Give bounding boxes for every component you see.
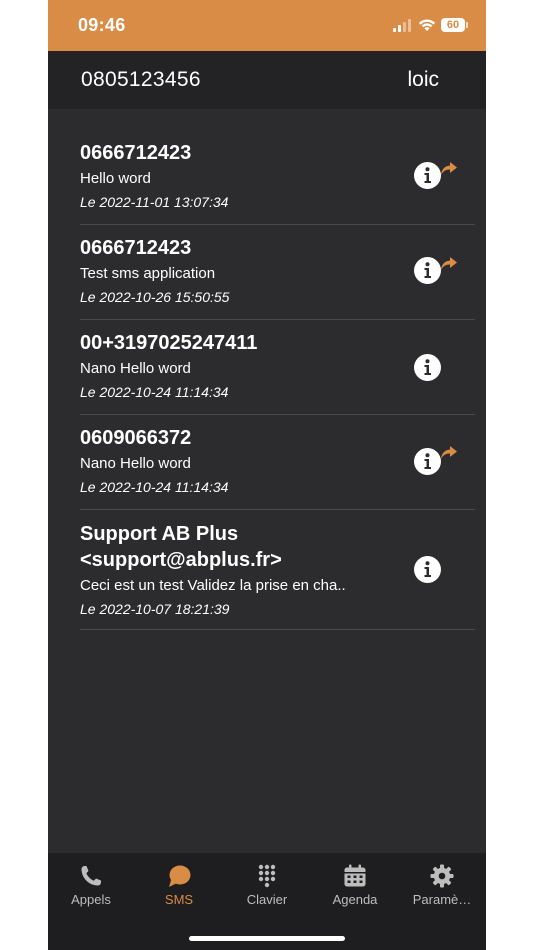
calendar-icon	[344, 864, 366, 887]
chat-bubble-icon	[169, 865, 191, 887]
tab-appels[interactable]: Appels	[51, 863, 131, 907]
tab-label: Paramè…	[412, 892, 472, 907]
tab-clavier[interactable]: Clavier	[227, 863, 307, 907]
tab-label: Appels	[71, 892, 111, 907]
tab-sms[interactable]: SMS	[139, 863, 219, 907]
info-icon[interactable]	[414, 257, 441, 284]
sms-list-item[interactable]: 00+3197025247411 Nano Hello word Le 2022…	[80, 320, 475, 415]
status-bar: 09:46 60	[48, 0, 486, 51]
forward-arrow-icon	[441, 162, 457, 175]
tab-label: Clavier	[246, 892, 288, 907]
info-icon[interactable]	[414, 556, 441, 583]
tab-parametres[interactable]: Paramè…	[402, 863, 482, 907]
sms-list: 0666712423 Hello word Le 2022-11-01 13:0…	[80, 130, 475, 630]
battery-tip	[466, 22, 468, 28]
sms-date: Le 2022-10-24 11:14:34	[80, 479, 229, 495]
gear-icon	[430, 864, 454, 888]
sms-date: Le 2022-10-07 18:21:39	[80, 601, 230, 617]
phone-screen: 09:46 60 0805123456 loic 0666712423 Hell…	[48, 0, 486, 950]
tab-label: Agenda	[332, 892, 378, 907]
keypad-icon	[258, 864, 276, 888]
status-time: 09:46	[78, 15, 126, 35]
sms-date: Le 2022-10-24 11:14:34	[80, 384, 229, 400]
info-icon[interactable]	[414, 354, 441, 381]
tab-agenda[interactable]: Agenda	[315, 863, 395, 907]
home-indicator[interactable]	[189, 936, 345, 941]
app-header: 0805123456 loic	[48, 51, 486, 109]
sms-sender: 00+3197025247411	[80, 332, 258, 354]
sms-date: Le 2022-10-26 15:50:55	[80, 289, 230, 305]
battery-icon: 60	[441, 18, 465, 32]
forward-arrow-icon	[441, 257, 457, 270]
sms-date: Le 2022-11-01 13:07:34	[80, 194, 229, 210]
tab-label: SMS	[164, 892, 194, 907]
wifi-icon	[418, 19, 436, 31]
sms-list-item[interactable]: 0609066372 Nano Hello word Le 2022-10-24…	[80, 415, 475, 510]
sms-sender: Support AB Plus <support@abplus.fr>	[80, 523, 282, 571]
sms-list-item[interactable]: Support AB Plus <support@abplus.fr> Ceci…	[80, 510, 475, 630]
sms-list-item[interactable]: 0666712423 Test sms application Le 2022-…	[80, 225, 475, 320]
info-icon[interactable]	[414, 162, 441, 189]
user-name[interactable]: loic	[407, 68, 439, 92]
line-number: 0805123456	[81, 68, 201, 91]
info-icon[interactable]	[414, 448, 441, 475]
sms-list-item[interactable]: 0666712423 Hello word Le 2022-11-01 13:0…	[80, 130, 475, 225]
cellular-signal-icon	[393, 19, 413, 32]
phone-icon	[81, 866, 101, 886]
forward-arrow-icon	[441, 446, 457, 459]
